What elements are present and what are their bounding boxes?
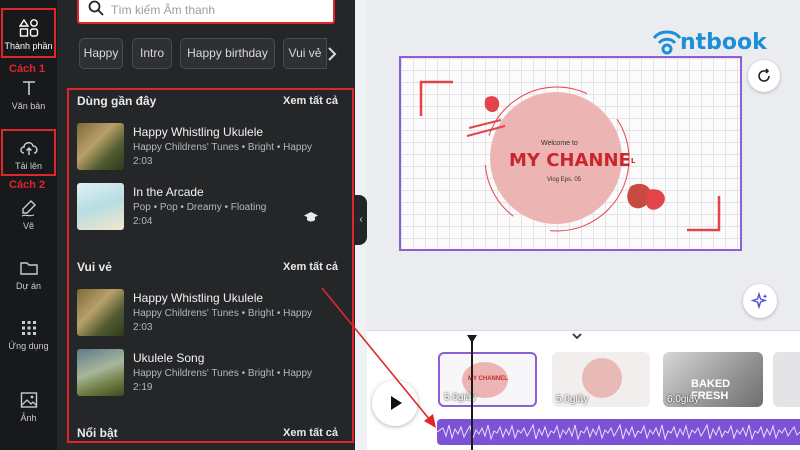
chip-happy-birthday[interactable]: Happy birthday: [180, 38, 275, 69]
brand-logo-text: ntbook: [680, 30, 767, 55]
chevron-down-icon[interactable]: [570, 331, 584, 341]
chip-intro[interactable]: Intro: [132, 38, 172, 69]
magic-assistant-button[interactable]: [743, 284, 777, 318]
refresh-icon: [758, 68, 770, 82]
rail-item-text[interactable]: Văn bản: [0, 78, 57, 111]
collapse-panel-button[interactable]: ‹: [355, 195, 367, 245]
chip-happy[interactable]: Happy: [79, 38, 123, 69]
folder-icon: [19, 262, 38, 275]
slide-channel-tail: L: [630, 157, 636, 165]
clip-thumb-shape: [582, 358, 622, 398]
clip-duration: 5.0giây: [556, 394, 589, 405]
annotation-box-elements: [1, 8, 56, 58]
track-duration: 2:19: [133, 382, 153, 393]
playhead-marker-icon[interactable]: [466, 334, 478, 344]
annotation-method-2: Cách 2: [9, 179, 46, 191]
track-duration: 2:04: [133, 216, 153, 227]
clip-overlay-text: BAKED FRESH: [691, 378, 731, 402]
apps-grid-icon: [21, 321, 36, 335]
track-meta: Happy Childrens' Tunes • Bright • Happy: [133, 368, 312, 379]
track-thumbnail: [77, 123, 124, 170]
rail-label: Vẽ: [22, 221, 34, 231]
graduation-cap-icon: [304, 212, 318, 222]
play-button[interactable]: [372, 380, 418, 426]
rail-label: Dự án: [15, 281, 42, 291]
section-title-featured: Nổi bật: [77, 426, 118, 440]
track-duration: 2:03: [133, 322, 153, 333]
track-title: Happy Whistling Ukulele: [133, 125, 264, 139]
rail-label: Ảnh: [20, 413, 37, 423]
slide-channel-title: MY CHANNEL: [509, 150, 635, 171]
track-title: Happy Whistling Ukulele: [133, 291, 264, 305]
track-meta: Happy Childrens' Tunes • Bright • Happy: [133, 308, 312, 319]
playhead[interactable]: [471, 340, 473, 450]
annotation-box-uploads: [1, 129, 56, 176]
refresh-button[interactable]: [748, 60, 780, 92]
track-meta: Happy Childrens' Tunes • Bright • Happy: [133, 142, 312, 153]
chevron-right-icon[interactable]: [322, 44, 342, 64]
see-all-recent[interactable]: Xem tất cả: [283, 95, 338, 107]
track-item[interactable]: Happy Whistling Ukulele Happy Childrens'…: [77, 123, 337, 171]
design-slide[interactable]: Welcome to MY CHANNEL Vlog Eps. 05: [399, 56, 742, 251]
timeline-clip[interactable]: 5.0giây: [552, 352, 650, 407]
rail-label: Văn bản: [11, 101, 46, 111]
rail-label: Ứng dụng: [8, 341, 49, 351]
slide-vlog-text: Vlog Eps. 05: [547, 177, 582, 183]
track-meta: Pop • Pop • Dreamy • Floating: [133, 202, 267, 213]
search-input[interactable]: Tìm kiếm Âm thanh: [77, 0, 335, 24]
track-thumbnail: [77, 183, 124, 230]
rail-item-projects[interactable]: Dự án: [0, 258, 57, 291]
pen-draw-icon: [21, 200, 36, 217]
track-title: Ukulele Song: [133, 351, 205, 365]
rail-item-apps[interactable]: Ứng dụng: [0, 318, 57, 351]
play-icon: [391, 396, 402, 410]
timeline-clip-partial[interactable]: [773, 352, 800, 407]
clip-mini-text: MY CHANNEL: [468, 376, 508, 382]
track-item[interactable]: In the Arcade Pop • Pop • Dreamy • Float…: [77, 183, 337, 231]
track-thumbnail: [77, 289, 124, 336]
rail-item-photos[interactable]: Ảnh: [0, 390, 57, 423]
audio-waveform: [437, 423, 800, 441]
clip-duration: 6.0giây: [667, 394, 700, 405]
timeline-clip[interactable]: BAKED FRESH 6.0giây: [663, 352, 763, 407]
track-thumbnail: [77, 349, 124, 396]
rail-item-draw[interactable]: Vẽ: [0, 198, 57, 231]
chip-vui-ve[interactable]: Vui vẻ: [283, 38, 327, 69]
search-placeholder: Tìm kiếm Âm thanh: [111, 3, 216, 17]
see-all-featured[interactable]: Xem tất cả: [283, 427, 338, 439]
sparkle-icon: [750, 291, 768, 310]
track-title: In the Arcade: [133, 185, 204, 199]
track-item[interactable]: Happy Whistling Ukulele Happy Childrens'…: [77, 289, 337, 337]
section-title-recent: Dùng gần đây: [77, 94, 157, 108]
slide-welcome-text: Welcome to: [541, 140, 578, 147]
slide-channel-text: MY CHANNE: [509, 150, 631, 171]
track-duration: 2:03: [133, 156, 153, 167]
wifi-logo-icon: [652, 30, 682, 55]
text-icon: [22, 81, 35, 95]
track-item[interactable]: Ukulele Song Happy Childrens' Tunes • Br…: [77, 349, 337, 397]
audio-track[interactable]: [437, 419, 800, 445]
timeline-clip[interactable]: MY CHANNEL 5.0giây: [438, 352, 537, 407]
search-icon: [88, 0, 104, 16]
section-title-happy: Vui vẻ: [77, 260, 112, 274]
image-icon: [20, 392, 37, 408]
see-all-happy[interactable]: Xem tất cả: [283, 261, 338, 273]
annotation-method-1: Cách 1: [9, 63, 46, 75]
